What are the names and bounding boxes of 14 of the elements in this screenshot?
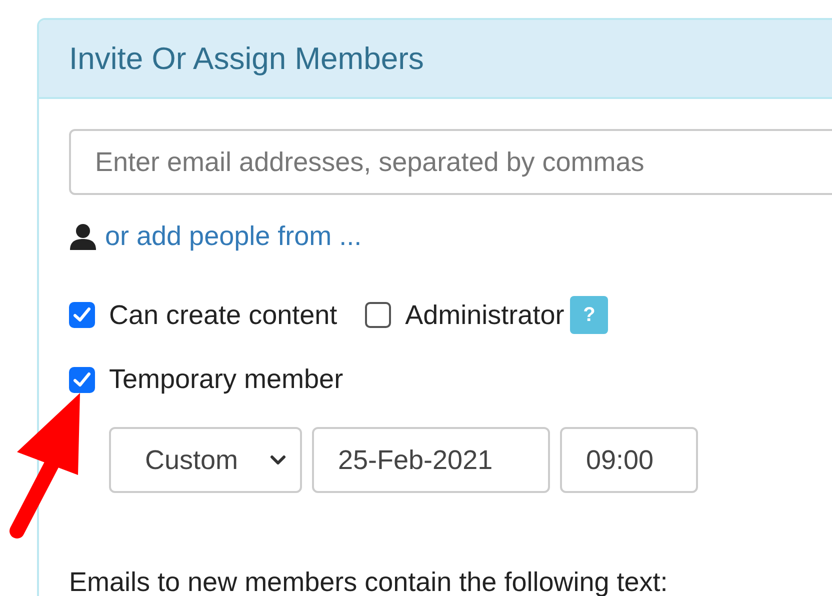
checkbox-label: Temporary member [109, 364, 344, 395]
checkbox[interactable] [69, 302, 95, 328]
add-people-link[interactable]: or add people from ... [105, 221, 362, 252]
checkbox[interactable] [69, 366, 95, 392]
period-dropdown[interactable]: Custom [109, 427, 302, 493]
checkbox-label: Administrator [405, 300, 564, 330]
date-field[interactable]: 25-Feb-2021 [312, 427, 550, 493]
person-icon [69, 222, 97, 250]
chevron-down-icon [270, 455, 286, 465]
time-field[interactable]: 09:00 [560, 427, 698, 493]
email-field[interactable]: Enter email addresses, separated by commas [69, 129, 832, 195]
checkbox[interactable] [365, 302, 392, 328]
panel-title: Invite Or Assign Members [69, 40, 424, 76]
checkbox-label: Can create content [109, 300, 338, 330]
